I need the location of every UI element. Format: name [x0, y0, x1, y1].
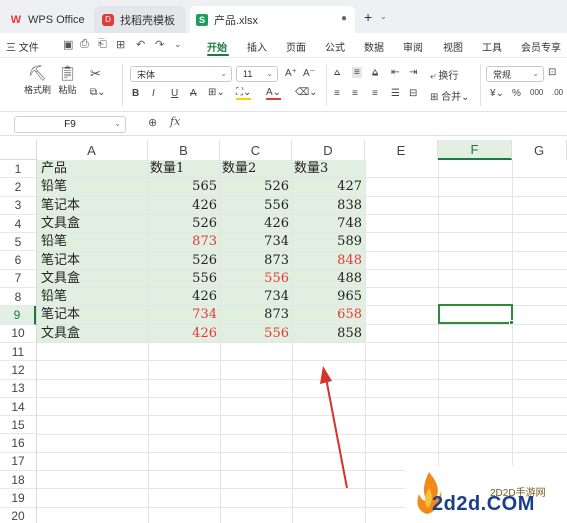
spreadsheet-window: W WPS Office D 找稻壳模板 S 产品.xlsx ● + ⌄ 三 文…	[0, 0, 567, 523]
arrow-head	[320, 366, 332, 384]
arrow-shaft	[325, 377, 348, 489]
watermark-big-text: 2d2d.COM	[432, 493, 535, 515]
annotation-arrow	[320, 366, 348, 489]
